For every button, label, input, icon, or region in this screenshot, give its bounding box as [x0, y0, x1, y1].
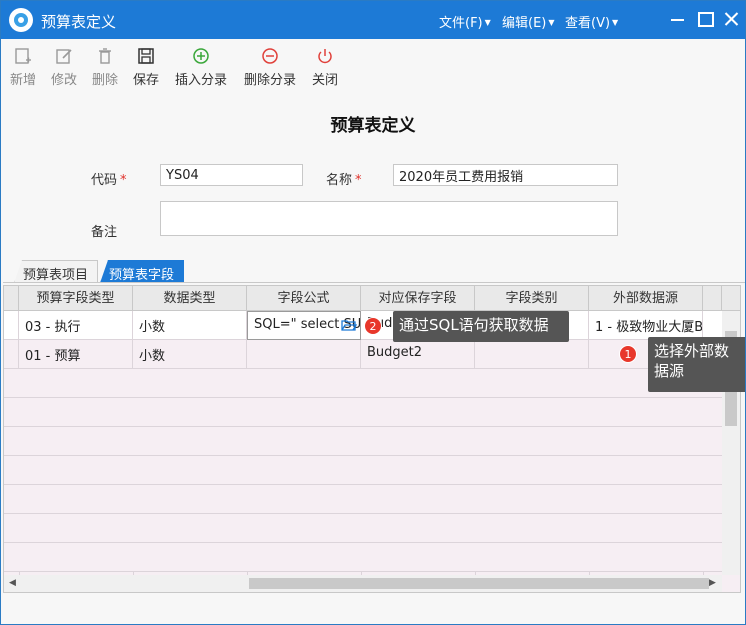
- minus-circle-icon: [262, 48, 278, 64]
- name-label: 名称 *: [326, 173, 362, 188]
- header-filler: [703, 286, 722, 311]
- close-button[interactable]: 关闭: [310, 47, 340, 91]
- cell-source[interactable]: 1 - 极致物业大厦B区数据源: [589, 311, 703, 340]
- caret-down-icon: ▼: [484, 18, 491, 27]
- delete-section-button[interactable]: 删除分录: [242, 47, 298, 91]
- app-window: 预算表定义 文件(F) ▼ 编辑(E) ▼ 查看(V) ▼ 新增 修改 删除 保存 插…: [0, 0, 746, 625]
- plus-circle-icon: [193, 48, 209, 64]
- power-icon: [318, 49, 332, 64]
- modify-button[interactable]: 修改: [49, 47, 79, 91]
- window-title: 预算表定义: [41, 13, 117, 31]
- new-document-icon: [15, 48, 31, 64]
- horizontal-scrollbar[interactable]: ◀ ▶: [4, 575, 722, 592]
- menu-file[interactable]: 文件(F) ▼: [439, 12, 491, 31]
- step-badge-2: 2: [364, 317, 382, 335]
- cell-formula[interactable]: [247, 340, 361, 369]
- cell-category[interactable]: [475, 340, 589, 369]
- cell-field-type[interactable]: 01 - 预算: [19, 340, 133, 369]
- table-row: [4, 456, 722, 485]
- sql-tooltip: 通过SQL语句获取数据: [393, 311, 569, 342]
- save-button[interactable]: 保存: [131, 47, 161, 91]
- table-row[interactable]: 03 - 执行 小数 SQL=" select SUM Budget 1 - 极…: [4, 311, 722, 340]
- toolbar: 新增 修改 删除 保存 插入分录 删除分录 关闭: [1, 39, 745, 91]
- save-disk-icon: [138, 48, 154, 64]
- row-indicator: [4, 340, 19, 369]
- form-title: 预算表定义: [330, 116, 416, 136]
- header-category[interactable]: 字段类别: [475, 286, 589, 311]
- header-formula[interactable]: 字段公式: [247, 286, 361, 311]
- title-bar: 预算表定义 文件(F) ▼ 编辑(E) ▼ 查看(V) ▼: [1, 1, 745, 39]
- maximize-icon[interactable]: [696, 10, 714, 28]
- caret-down-icon: ▼: [612, 18, 619, 27]
- table-row: [4, 427, 722, 456]
- minimize-icon[interactable]: [669, 10, 687, 28]
- remark-label: 备注: [91, 225, 118, 240]
- cell-save-field[interactable]: Budget2: [361, 340, 475, 369]
- horizontal-scroll-thumb[interactable]: [249, 578, 709, 589]
- close-window-icon[interactable]: [723, 10, 741, 28]
- row-indicator-header: [4, 286, 19, 311]
- code-input[interactable]: [160, 164, 303, 186]
- table-row[interactable]: 01 - 预算 小数 Budget2: [4, 340, 722, 369]
- delete-button[interactable]: 删除: [90, 47, 120, 91]
- header-save-field[interactable]: 对应保存字段: [361, 286, 475, 311]
- table-row: [4, 485, 722, 514]
- header-data-type[interactable]: 数据类型: [133, 286, 247, 311]
- scroll-left-icon[interactable]: ◀: [9, 578, 16, 588]
- tab-divider: [3, 282, 745, 283]
- cell-data-type[interactable]: 小数: [133, 311, 247, 340]
- cell-formula-editor[interactable]: SQL=" select SUM: [247, 311, 361, 340]
- menu-edit[interactable]: 编辑(E) ▼: [502, 12, 555, 31]
- cell-data-type[interactable]: 小数: [133, 340, 247, 369]
- source-tooltip: 选择外部数据源: [648, 337, 745, 392]
- step-badge-1: 1: [619, 345, 637, 363]
- app-logo-icon: [9, 8, 33, 32]
- cell-field-type[interactable]: 03 - 执行: [19, 311, 133, 340]
- table-row: [4, 543, 722, 572]
- row-indicator: [4, 311, 19, 340]
- menu-view[interactable]: 查看(V) ▼: [565, 12, 618, 31]
- caret-down-icon: ▼: [548, 18, 555, 27]
- name-input[interactable]: [393, 164, 618, 186]
- tab-budget-items[interactable]: 预算表项目: [14, 260, 98, 283]
- grid-header: 预算字段类型 数据类型 字段公式 对应保存字段 字段类别 外部数据源: [4, 286, 740, 311]
- scroll-right-icon[interactable]: ▶: [709, 578, 716, 588]
- table-row: [4, 369, 722, 398]
- insert-section-button[interactable]: 插入分录: [173, 47, 229, 91]
- edit-pencil-icon: [56, 49, 72, 64]
- trash-icon: [99, 48, 111, 64]
- header-source[interactable]: 外部数据源: [589, 286, 703, 311]
- remark-input[interactable]: [160, 201, 618, 236]
- add-button[interactable]: 新增: [9, 47, 37, 91]
- header-field-type[interactable]: 预算字段类型: [19, 286, 133, 311]
- table-row: [4, 398, 722, 427]
- code-label: 代码 *: [91, 173, 127, 188]
- tab-budget-fields[interactable]: 预算表字段: [100, 260, 184, 283]
- folder-open-icon[interactable]: [341, 318, 357, 332]
- table-row: [4, 514, 722, 543]
